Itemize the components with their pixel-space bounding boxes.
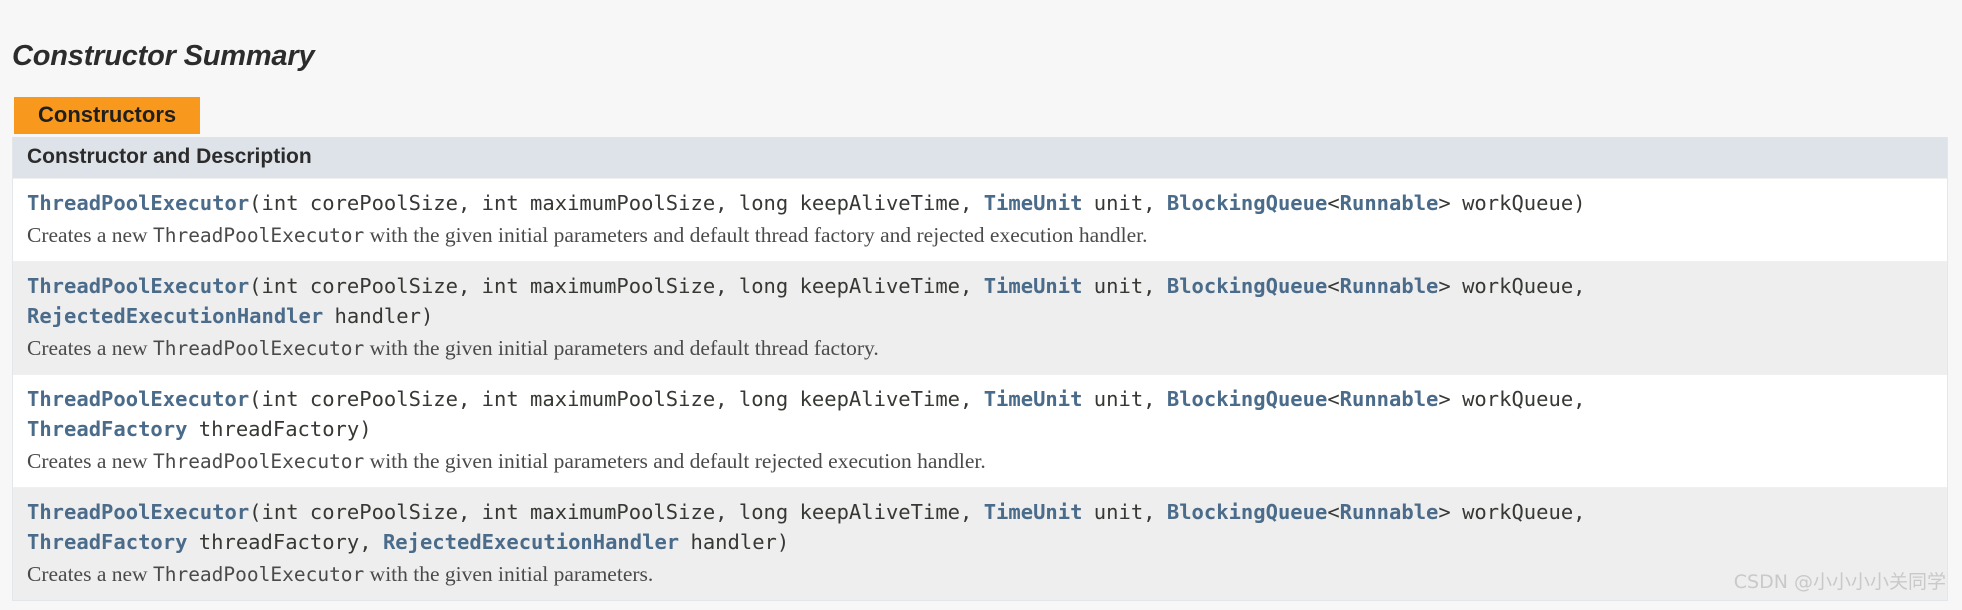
type-link[interactable]: TimeUnit (984, 387, 1083, 411)
signature-text: > workQueue, (1438, 274, 1586, 298)
description-text: Creates a new (27, 223, 153, 247)
signature-text: handler) (679, 530, 790, 554)
signature-text: > workQueue, (1438, 500, 1586, 524)
constructor-signature-line: ThreadFactory threadFactory, RejectedExe… (27, 527, 1933, 557)
signature-text: < (1327, 387, 1340, 411)
signature-text: handler) (323, 304, 434, 328)
type-link[interactable]: Runnable (1340, 274, 1439, 298)
inline-code: ThreadPoolExecutor (152, 337, 365, 360)
constructor-description: Creates a new ThreadPoolExecutor with th… (27, 444, 1933, 477)
constructor-description: Creates a new ThreadPoolExecutor with th… (27, 331, 1933, 364)
signature-text: < (1327, 191, 1340, 215)
type-link[interactable]: TimeUnit (984, 500, 1083, 524)
signature-text: unit, (1082, 500, 1167, 524)
constructor-signature-line: RejectedExecutionHandler handler) (27, 301, 1933, 331)
type-link[interactable]: BlockingQueue (1167, 500, 1327, 524)
constructor-signature-line: ThreadFactory threadFactory) (27, 414, 1933, 444)
type-link[interactable]: BlockingQueue (1167, 191, 1327, 215)
type-link[interactable]: Runnable (1340, 500, 1439, 524)
table-column-header: Constructor and Description (13, 137, 1947, 178)
type-link[interactable]: ThreadFactory (27, 530, 187, 554)
inline-code: ThreadPoolExecutor (152, 224, 365, 247)
description-text: with the given initial parameters and de… (364, 449, 986, 473)
description-text: with the given initial parameters and de… (364, 336, 879, 360)
type-link[interactable]: ThreadFactory (27, 417, 187, 441)
type-link[interactable]: BlockingQueue (1167, 387, 1327, 411)
type-link[interactable]: ThreadPoolExecutor (27, 387, 249, 411)
table-row: ThreadPoolExecutor(int corePoolSize, int… (13, 487, 1947, 600)
type-link[interactable]: ThreadPoolExecutor (27, 274, 249, 298)
inline-code: ThreadPoolExecutor (152, 450, 365, 473)
table-row: ThreadPoolExecutor(int corePoolSize, int… (13, 374, 1947, 487)
constructor-signature-line: ThreadPoolExecutor(int corePoolSize, int… (27, 188, 1933, 218)
signature-text: > workQueue) (1438, 191, 1586, 215)
tab-constructors[interactable]: Constructors (14, 97, 201, 134)
signature-text: < (1327, 500, 1340, 524)
table-row: ThreadPoolExecutor(int corePoolSize, int… (13, 178, 1947, 261)
description-text: Creates a new (27, 449, 153, 473)
signature-text: < (1327, 274, 1340, 298)
type-link[interactable]: TimeUnit (984, 191, 1083, 215)
constructor-summary-table: Constructor and Description ThreadPoolEx… (12, 137, 1948, 601)
type-link[interactable]: RejectedExecutionHandler (27, 304, 323, 328)
inline-code: ThreadPoolExecutor (152, 563, 365, 586)
description-text: Creates a new (27, 562, 153, 586)
type-link[interactable]: Runnable (1340, 191, 1439, 215)
table-caption: Constructors (14, 97, 201, 134)
type-link[interactable]: TimeUnit (984, 274, 1083, 298)
type-link[interactable]: ThreadPoolExecutor (27, 191, 249, 215)
description-text: Creates a new (27, 336, 153, 360)
type-link[interactable]: RejectedExecutionHandler (383, 530, 679, 554)
signature-text: threadFactory, (187, 530, 383, 554)
constructor-signature-line: ThreadPoolExecutor(int corePoolSize, int… (27, 497, 1933, 527)
type-link[interactable]: ThreadPoolExecutor (27, 500, 249, 524)
table-row: ThreadPoolExecutor(int corePoolSize, int… (13, 261, 1947, 374)
page-title: Constructor Summary (12, 40, 315, 73)
table-body: ThreadPoolExecutor(int corePoolSize, int… (13, 178, 1947, 600)
constructor-signature-line: ThreadPoolExecutor(int corePoolSize, int… (27, 384, 1933, 414)
type-link[interactable]: Runnable (1340, 387, 1439, 411)
constructor-description: Creates a new ThreadPoolExecutor with th… (27, 557, 1933, 590)
signature-text: (int corePoolSize, int maximumPoolSize, … (249, 387, 984, 411)
signature-text: threadFactory) (187, 417, 372, 441)
description-text: with the given initial parameters and de… (364, 223, 1148, 247)
signature-text: (int corePoolSize, int maximumPoolSize, … (249, 191, 984, 215)
signature-text: unit, (1082, 191, 1167, 215)
signature-text: (int corePoolSize, int maximumPoolSize, … (249, 500, 984, 524)
constructor-signature-line: ThreadPoolExecutor(int corePoolSize, int… (27, 271, 1933, 301)
signature-text: unit, (1082, 387, 1167, 411)
type-link[interactable]: BlockingQueue (1167, 274, 1327, 298)
signature-text: (int corePoolSize, int maximumPoolSize, … (249, 274, 984, 298)
signature-text: > workQueue, (1438, 387, 1586, 411)
constructor-description: Creates a new ThreadPoolExecutor with th… (27, 218, 1933, 251)
signature-text: unit, (1082, 274, 1167, 298)
description-text: with the given initial parameters. (364, 562, 654, 586)
constructor-summary-page: Constructor Summary Constructors Constru… (0, 0, 1962, 610)
